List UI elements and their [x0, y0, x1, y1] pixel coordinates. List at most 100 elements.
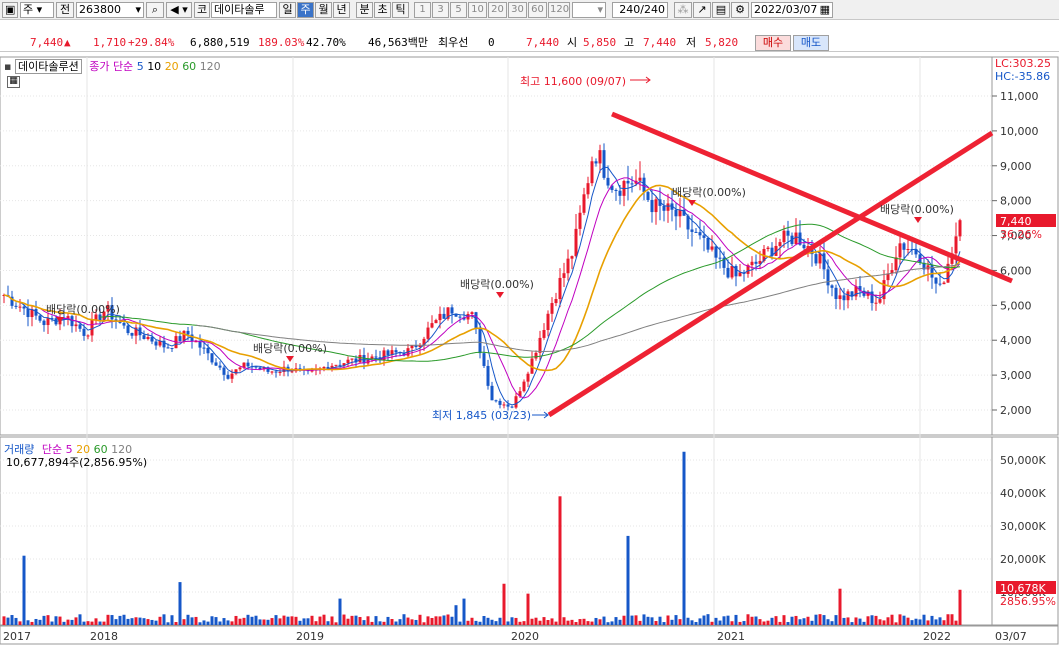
volume-bar: [18, 621, 22, 625]
volume-bar: [722, 616, 726, 625]
search-icon[interactable]: ⌕: [146, 2, 164, 18]
quote-price: 7,440: [30, 36, 64, 49]
volume-bar: [442, 615, 446, 625]
volume-bar: [390, 619, 394, 625]
volume-bar: [830, 621, 834, 625]
volume-bar: [534, 617, 538, 625]
volume-bar: [834, 615, 838, 625]
low-label: 저: [686, 36, 697, 49]
market-type-select[interactable]: 주 ▾: [20, 2, 54, 18]
count-field[interactable]: 240/240: [612, 2, 668, 18]
candle-body: [602, 150, 606, 178]
save-icon[interactable]: ▤: [712, 2, 730, 18]
tab-minute[interactable]: 분: [356, 2, 373, 18]
candle-body: [346, 359, 350, 364]
candle-body: [714, 246, 718, 258]
candle-body: [438, 313, 442, 321]
volume-bar: [950, 614, 954, 625]
interval-20[interactable]: 20: [488, 2, 507, 18]
collapse-icon[interactable]: ▪: [4, 60, 11, 73]
candle-body: [566, 258, 570, 274]
volume-bar: [786, 622, 790, 625]
volume-bar: [142, 618, 146, 625]
tab-week[interactable]: 주: [297, 2, 314, 18]
custom-interval-input[interactable]: ▾: [572, 2, 606, 18]
volume-bar: [298, 620, 302, 625]
volume-bar: [790, 616, 794, 625]
price-tick-label: 4,000: [1000, 334, 1032, 347]
candle-body: [442, 313, 446, 319]
price-tick-label: 9,000: [1000, 160, 1032, 173]
volume-bar: [498, 617, 502, 625]
link-icon[interactable]: ⁂: [674, 2, 692, 18]
trend-icon[interactable]: ↗: [693, 2, 711, 18]
volume-bar: [742, 621, 746, 625]
toolbar-menu-icon[interactable]: ▣: [2, 2, 18, 18]
candle-body: [186, 330, 190, 335]
volume-bar: [594, 617, 598, 625]
stock-name-field[interactable]: 데이타솔루: [211, 2, 277, 18]
candle-body: [478, 328, 482, 354]
tab-second[interactable]: 초: [374, 2, 391, 18]
volume-bar: [394, 621, 398, 625]
sound-icon[interactable]: ◀ ▾: [166, 2, 192, 18]
interval-120[interactable]: 120: [548, 2, 570, 18]
candle-body: [598, 150, 602, 164]
code-input[interactable]: 263800 ▾: [76, 2, 144, 18]
volume-bar: [818, 614, 822, 625]
volume-bar: [402, 614, 406, 625]
date-field[interactable]: 2022/03/07 ▦: [751, 2, 833, 18]
tab-month[interactable]: 월: [315, 2, 332, 18]
candle-body: [78, 324, 82, 329]
market-label-button[interactable]: 코: [194, 2, 210, 18]
interval-1[interactable]: 1: [414, 2, 431, 18]
volume-bar: [590, 621, 594, 625]
volume-bar: [426, 616, 430, 625]
quote-volume: 6,880,519: [190, 36, 250, 49]
candle-body: [38, 315, 42, 321]
candle-body: [338, 364, 342, 366]
volume-bar: [618, 619, 622, 625]
volume-bar: [126, 618, 130, 625]
candle-body: [430, 323, 434, 328]
buy-button[interactable]: 매수: [755, 35, 791, 51]
candle-body: [122, 322, 126, 326]
tab-tick[interactable]: 틱: [392, 2, 409, 18]
volume-bar: [890, 614, 894, 625]
volume-bar: [154, 620, 158, 625]
interval-10[interactable]: 10: [468, 2, 487, 18]
tab-day[interactable]: 일: [279, 2, 296, 18]
stock-chart[interactable]: 11,00010,0009,0008,0007,0006,0005,0004,0…: [0, 54, 1059, 645]
volume-bar: [26, 620, 30, 625]
candle-body: [470, 312, 474, 314]
volume-bar: [166, 622, 170, 625]
volume-bar: [710, 621, 714, 625]
market-sub-button[interactable]: 전: [56, 2, 74, 18]
interval-30[interactable]: 30: [508, 2, 527, 18]
volume-bar: [682, 451, 686, 625]
interval-5[interactable]: 5: [450, 2, 467, 18]
volume-bar: [538, 620, 542, 625]
volume-bar: [462, 598, 466, 625]
volume-bar: [718, 620, 722, 625]
volume-pct-tag: 2856.95%: [1000, 595, 1056, 608]
candle-body: [434, 320, 438, 324]
candle-body: [394, 350, 398, 353]
gear-icon[interactable]: ⚙: [731, 2, 749, 18]
candle-body: [166, 347, 170, 349]
volume-bar: [438, 616, 442, 625]
volume-bar: [934, 619, 938, 625]
grid-icon[interactable]: ▦: [7, 76, 20, 88]
interval-60[interactable]: 60: [528, 2, 547, 18]
sell-button[interactable]: 매도: [793, 35, 829, 51]
interval-3[interactable]: 3: [432, 2, 449, 18]
volume-bar: [422, 622, 426, 625]
ma5-label: 5: [136, 60, 144, 73]
volume-bar: [410, 619, 414, 625]
open-label: 시: [567, 36, 578, 49]
volume-bar: [626, 535, 630, 625]
volume-bar: [242, 617, 246, 625]
tab-year[interactable]: 년: [333, 2, 350, 18]
price-tick-label: 8,000: [1000, 195, 1032, 208]
candle-body: [786, 230, 790, 236]
